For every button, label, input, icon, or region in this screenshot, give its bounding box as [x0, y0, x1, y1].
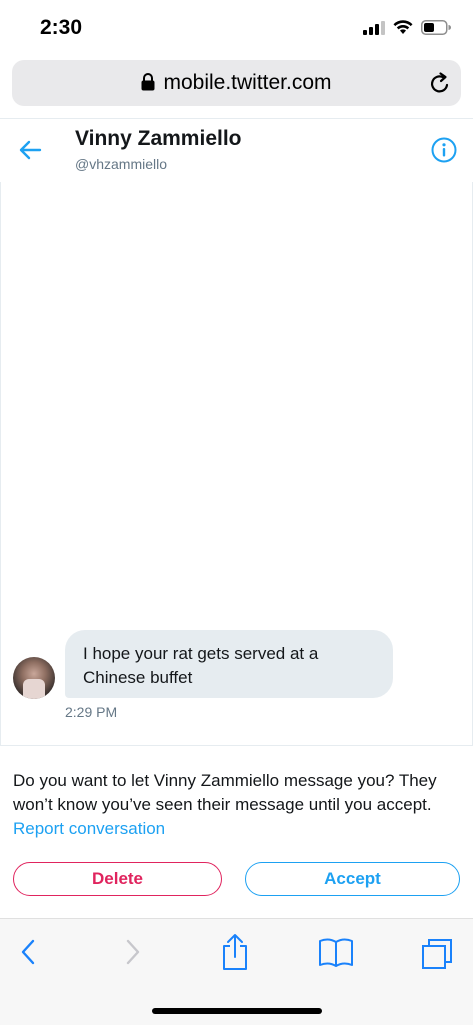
home-indicator[interactable]: [152, 1008, 322, 1014]
request-prompt-text: Do you want to let Vinny Zammiello messa…: [13, 771, 437, 814]
avatar[interactable]: [13, 657, 55, 699]
reload-icon[interactable]: [429, 71, 451, 95]
share-icon[interactable]: [221, 933, 249, 971]
contact-name: Vinny Zammiello: [75, 127, 242, 150]
forward-icon[interactable]: [123, 937, 143, 967]
contact-handle: @vhzammiello: [75, 156, 168, 172]
wifi-icon: [393, 20, 413, 34]
message-timestamp: 2:29 PM: [65, 704, 118, 720]
back-icon[interactable]: [18, 937, 38, 967]
status-bar: 2:30: [0, 0, 473, 58]
url-bar[interactable]: mobile.twitter.com: [12, 60, 461, 106]
status-icons: [363, 20, 451, 35]
request-prompt: Do you want to let Vinny Zammiello messa…: [13, 769, 463, 841]
message-thread[interactable]: I hope your rat gets served at a Chinese…: [0, 182, 473, 745]
delete-button[interactable]: Delete: [13, 862, 222, 896]
conversation-header: Vinny Zammiello @vhzammiello: [0, 118, 473, 183]
bookmarks-icon[interactable]: [318, 937, 354, 967]
report-conversation-link[interactable]: Report conversation: [13, 819, 165, 838]
url-text: mobile.twitter.com: [163, 71, 332, 94]
accept-button[interactable]: Accept: [245, 862, 460, 896]
message-request-panel: Do you want to let Vinny Zammiello messa…: [0, 745, 473, 920]
message-bubble: I hope your rat gets served at a Chinese…: [65, 630, 393, 698]
tabs-icon[interactable]: [420, 937, 454, 971]
info-icon[interactable]: [431, 137, 457, 163]
battery-icon: [421, 20, 451, 35]
signal-icon: [363, 20, 385, 35]
message-text: I hope your rat gets served at a Chinese…: [83, 644, 319, 687]
status-time: 2:30: [40, 16, 83, 39]
lock-icon: [141, 73, 155, 91]
arrow-left-icon[interactable]: [18, 139, 42, 161]
